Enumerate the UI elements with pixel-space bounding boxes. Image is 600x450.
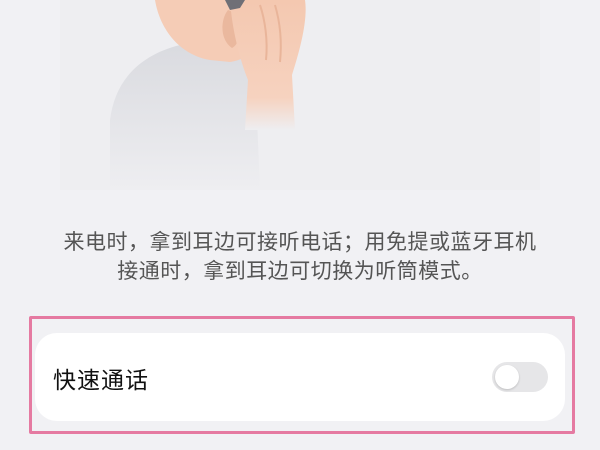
toggle-knob xyxy=(495,365,519,389)
quick-call-toggle[interactable] xyxy=(492,362,548,392)
settings-screen: 来电时，拿到耳边可接听电话；用免提或蓝牙耳机 接通时，拿到耳边可切换为听筒模式。… xyxy=(0,0,600,450)
quick-call-label: 快速通话 xyxy=(53,368,149,394)
gesture-illustration xyxy=(60,0,540,190)
description-line-2: 接通时，拿到耳边可切换为听筒模式。 xyxy=(117,259,483,283)
quick-call-setting-row[interactable]: 快速通话 xyxy=(35,333,565,421)
person-raising-phone-illustration xyxy=(110,0,306,190)
description-line-1: 来电时，拿到耳边可接听电话；用免提或蓝牙耳机 xyxy=(63,230,537,254)
